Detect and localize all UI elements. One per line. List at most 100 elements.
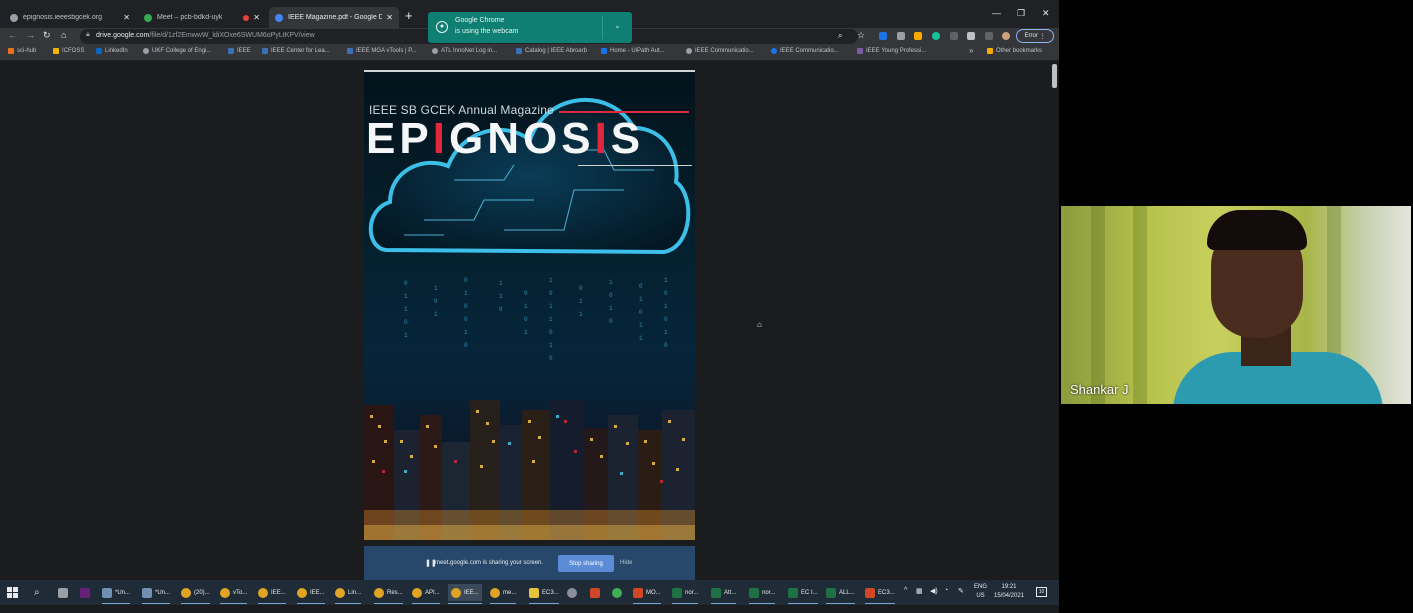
linkedin-icon — [96, 48, 102, 54]
grammarly-icon[interactable] — [932, 32, 940, 40]
tab-meet[interactable]: Meet – pcb-bdkd-uyk ✕ — [138, 7, 266, 28]
network-icon[interactable]: ▦ — [916, 587, 923, 595]
taskbar-app[interactable]: EC I... — [788, 584, 818, 604]
magazine-title: EPIGNOSIS — [366, 114, 645, 163]
bookmark-item[interactable]: IEEE — [228, 48, 251, 54]
bookmark-item[interactable]: ATL InnoNet Log in... — [432, 48, 497, 54]
taskbar-app[interactable] — [612, 584, 625, 601]
taskbar-app[interactable]: ALL... — [826, 584, 855, 604]
taskbar-app[interactable]: EC3... — [529, 584, 559, 604]
bookmark-item[interactable]: Home - UiPath Aut... — [601, 48, 665, 54]
taskbar-app[interactable]: (20)... — [181, 584, 210, 604]
profile-error-button[interactable]: Error ⋮ — [1016, 29, 1054, 43]
zoom-icon[interactable]: ⌕ — [838, 31, 842, 41]
other-bookmarks[interactable]: Other bookmarks — [987, 48, 1042, 54]
extension-icon[interactable] — [950, 32, 958, 40]
hide-button[interactable]: Hide — [620, 560, 632, 566]
extension-icon[interactable] — [897, 32, 905, 40]
close-icon[interactable]: ✕ — [253, 13, 260, 22]
bookmark-item[interactable]: sci-hub — [8, 48, 36, 54]
windows-start-icon[interactable] — [7, 587, 18, 598]
chrome-icon — [335, 587, 345, 598]
participant-video-tile[interactable]: Shankar J — [1061, 206, 1411, 404]
tab-ieee-magazine[interactable]: IEEE Magazine.pdf - Google Dri... ✕ — [269, 7, 399, 28]
search-icon[interactable]: ⌕ — [34, 584, 40, 601]
bookmark-item[interactable]: IEEE MGA vTools | P... — [347, 48, 416, 54]
taskbar-app[interactable]: IEE... — [297, 584, 325, 604]
new-tab-button[interactable]: + — [405, 8, 413, 23]
taskbar-app[interactable]: MO... — [633, 584, 661, 604]
svg-text:0: 0 — [524, 290, 528, 297]
svg-text:1: 1 — [404, 293, 408, 300]
close-window-icon[interactable]: ✕ — [1042, 8, 1050, 19]
extension-icon[interactable] — [914, 32, 922, 40]
svg-text:0: 0 — [464, 303, 468, 310]
svg-text:1: 1 — [499, 293, 503, 300]
svg-text:1: 1 — [579, 311, 583, 318]
taskbar-app[interactable]: vTo... — [220, 584, 248, 604]
notifications-icon[interactable]: 10 — [1036, 587, 1047, 597]
bookmark-item[interactable]: IEEE Communicatio... — [771, 48, 839, 54]
drive-icon — [275, 13, 283, 22]
bookmark-item[interactable]: IEEE Center for Lea... — [262, 48, 330, 54]
wifi-icon[interactable]: ◔ — [944, 587, 948, 594]
star-icon[interactable]: ☆ — [857, 30, 865, 41]
taskbar-app[interactable]: EC3... — [865, 584, 895, 604]
scrollbar[interactable] — [1052, 64, 1057, 88]
close-icon[interactable]: ✕ — [386, 13, 393, 22]
bookmark-item[interactable]: IEEE Communicatio... — [686, 48, 754, 54]
language-indicator[interactable]: ENG US — [974, 583, 987, 601]
visual-studio-icon — [80, 587, 90, 598]
bookmark-item[interactable]: UKF College of Engi... — [143, 48, 211, 54]
globe-icon — [10, 13, 18, 22]
taskbar-app[interactable]: nor... — [749, 584, 776, 604]
avatar[interactable] — [1002, 32, 1010, 40]
svg-text:1: 1 — [404, 306, 408, 313]
pen-icon[interactable]: ✎ — [958, 587, 964, 595]
home-icon[interactable]: ⌂ — [61, 30, 66, 40]
chrome-icon — [490, 587, 500, 598]
cast-icon[interactable] — [985, 32, 993, 40]
taskbar-app[interactable]: *Un... — [142, 584, 171, 604]
restore-icon[interactable]: ❐ — [1017, 8, 1025, 19]
task-view-button[interactable] — [58, 584, 71, 601]
accent-bar — [559, 111, 689, 113]
taskbar-app[interactable]: API... — [412, 584, 440, 604]
taskbar-app[interactable]: nor... — [672, 584, 699, 604]
webcam-notification[interactable]: ● Google Chrome is using the webcam ⌄ — [428, 12, 632, 43]
chevron-up-icon[interactable]: ^ — [904, 587, 907, 594]
taskbar-app[interactable] — [80, 584, 93, 601]
taskbar-app[interactable]: *Un... — [102, 584, 131, 604]
bookmark-item[interactable]: LinkedIn — [96, 48, 128, 54]
bookmark-item[interactable]: Catalog | IEEE Abroarb — [516, 48, 587, 54]
bookmark-item[interactable]: ICFOSS — [53, 48, 84, 54]
close-icon[interactable]: ✕ — [123, 13, 130, 22]
chrome-icon — [258, 587, 268, 598]
screen-share-bar: ❚❚ meet.google.com is sharing your scree… — [364, 546, 695, 580]
clock[interactable]: 19:21 15/04/2021 — [994, 583, 1024, 601]
bookmark-item[interactable]: IEEE Young Professi... — [857, 48, 926, 54]
taskbar-app[interactable]: Lin... — [335, 584, 362, 604]
minimize-icon[interactable]: — — [992, 8, 1001, 18]
taskbar-app[interactable]: Att... — [711, 584, 737, 604]
taskbar-app[interactable]: IEE... — [448, 584, 482, 604]
extension-icon[interactable] — [879, 32, 887, 40]
taskbar-app[interactable]: Res... — [374, 584, 403, 604]
forward-icon[interactable]: → — [26, 30, 35, 40]
reload-icon[interactable]: ↻ — [43, 30, 51, 41]
svg-text:0: 0 — [524, 316, 528, 323]
puzzle-icon[interactable] — [967, 32, 975, 40]
taskbar-app[interactable]: me... — [490, 584, 517, 604]
bookmarks-overflow-button[interactable]: » — [969, 46, 973, 55]
chevron-down-icon[interactable]: ⌄ — [614, 21, 621, 30]
back-icon[interactable]: ← — [8, 30, 17, 40]
svg-text:0: 0 — [549, 329, 553, 336]
tab-epignosis[interactable]: epignosis.ieeesbgcek.org ✕ — [4, 7, 136, 28]
volume-icon[interactable]: ◀) — [930, 587, 938, 595]
taskbar-app[interactable]: IEE... — [258, 584, 286, 604]
taskbar-app[interactable] — [590, 584, 603, 601]
task-view-icon — [58, 587, 68, 598]
taskbar-app[interactable] — [567, 584, 580, 601]
url-text[interactable]: drive.google.com/file/d/1zf2EmwwW_ldiXOx… — [96, 32, 315, 39]
stop-sharing-button[interactable]: Stop sharing — [558, 555, 614, 572]
